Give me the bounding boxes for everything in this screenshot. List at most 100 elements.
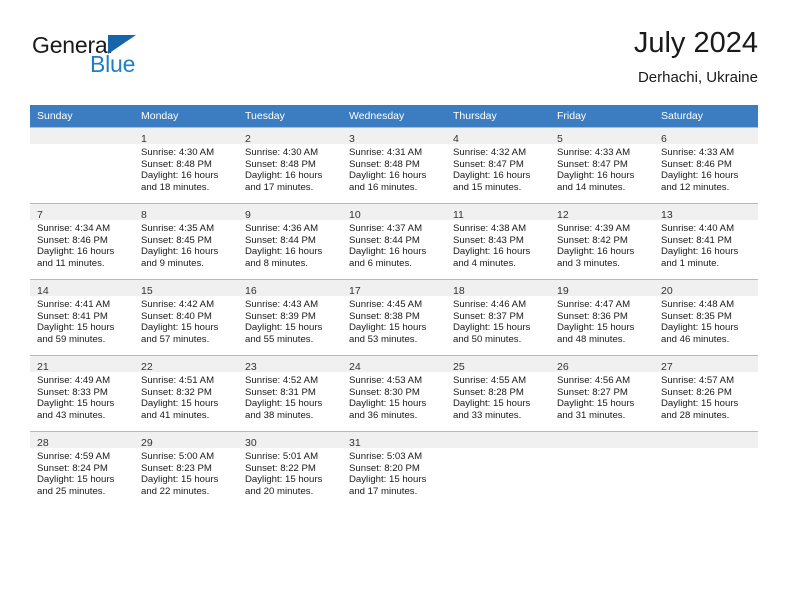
calendar-day[interactable]: 16 Sunrise: 4:43 AM Sunset: 8:39 PM Dayligh…: [238, 279, 342, 355]
day-number: 21: [37, 361, 49, 373]
calendar-day[interactable]: 4 Sunrise: 4:32 AM Sunset: 8:47 PM Daylight…: [446, 127, 550, 203]
calendar-day[interactable]: 12 Sunrise: 4:39 AM Sunset: 8:42 PM Dayligh…: [550, 203, 654, 279]
sunrise-text: Sunrise: 5:01 AM: [245, 451, 319, 462]
calendar-day[interactable]: 30 Sunrise: 5:01 AM Sunset: 8:22 PM Dayligh…: [238, 431, 342, 507]
calendar-day[interactable]: 8 Sunrise: 4:35 AM Sunset: 8:45 PM Daylight…: [134, 203, 238, 279]
sunrise-text: Sunrise: 4:45 AM: [349, 299, 423, 310]
day-number: 22: [141, 361, 153, 373]
day-number-bar: [30, 128, 134, 144]
calendar-day[interactable]: 7 Sunrise: 4:34 AM Sunset: 8:46 PM Daylight…: [30, 203, 134, 279]
daylight-text-line1: Daylight: 16 hours: [453, 170, 531, 182]
daylight-text-line1: Daylight: 15 hours: [37, 398, 115, 410]
calendar-day[interactable]: 21 Sunrise: 4:49 AM Sunset: 8:33 PM Dayligh…: [30, 355, 134, 431]
calendar-week-row: 7 Sunrise: 4:34 AM Sunset: 8:46 PM Daylight…: [30, 203, 758, 279]
daylight-text-line1: Daylight: 15 hours: [661, 322, 739, 334]
day-number-bar: 31: [342, 432, 446, 449]
day-details: [446, 448, 550, 451]
sunset-text: Sunset: 8:20 PM: [349, 462, 420, 474]
day-number-bar: 23: [238, 356, 342, 373]
daylight-text-line1: Daylight: 16 hours: [349, 170, 427, 182]
daylight-text-line1: Daylight: 15 hours: [453, 398, 531, 410]
calendar-day[interactable]: 3 Sunrise: 4:31 AM Sunset: 8:48 PM Daylight…: [342, 127, 446, 203]
calendar-cell: 13 Sunrise: 4:40 AM Sunset: 8:41 PM Dayligh…: [654, 203, 758, 279]
sunset-text: Sunset: 8:24 PM: [37, 462, 108, 474]
day-number: 28: [37, 437, 49, 449]
calendar-day[interactable]: 15 Sunrise: 4:42 AM Sunset: 8:40 PM Dayligh…: [134, 279, 238, 355]
daylight-text-line1: Daylight: 16 hours: [557, 170, 635, 182]
day-number-bar: 26: [550, 356, 654, 373]
day-number: 26: [557, 361, 569, 373]
sunset-text: Sunset: 8:40 PM: [141, 310, 212, 322]
daylight-text-line2: and 1 minute.: [661, 257, 720, 269]
calendar-day[interactable]: 19 Sunrise: 4:47 AM Sunset: 8:36 PM Dayligh…: [550, 279, 654, 355]
calendar-day[interactable]: 26 Sunrise: 4:56 AM Sunset: 8:27 PM Dayligh…: [550, 355, 654, 431]
calendar-day-empty: [550, 431, 654, 507]
sunrise-text: Sunrise: 4:30 AM: [245, 147, 319, 158]
calendar-cell: [550, 431, 654, 507]
calendar-day[interactable]: 23 Sunrise: 4:52 AM Sunset: 8:31 PM Dayligh…: [238, 355, 342, 431]
weekday-header-sunday: Sunday: [30, 105, 134, 127]
weekday-header-thursday: Thursday: [446, 105, 550, 127]
sunrise-text: Sunrise: 4:36 AM: [245, 223, 319, 234]
day-number: 29: [141, 437, 153, 449]
daylight-text-line2: and 8 minutes.: [245, 257, 308, 269]
sunrise-text: Sunrise: 4:48 AM: [661, 299, 735, 310]
day-number-bar: 12: [550, 204, 654, 221]
day-number: 6: [661, 133, 667, 145]
calendar-day[interactable]: 20 Sunrise: 4:48 AM Sunset: 8:35 PM Dayligh…: [654, 279, 758, 355]
general-blue-logo[interactable]: General Blue: [30, 32, 240, 92]
sunset-text: Sunset: 8:28 PM: [453, 386, 524, 398]
calendar-day[interactable]: 25 Sunrise: 4:55 AM Sunset: 8:28 PM Dayligh…: [446, 355, 550, 431]
calendar-day[interactable]: 10 Sunrise: 4:37 AM Sunset: 8:44 PM Dayligh…: [342, 203, 446, 279]
sunset-text: Sunset: 8:48 PM: [141, 158, 212, 170]
calendar-day[interactable]: 24 Sunrise: 4:53 AM Sunset: 8:30 PM Dayligh…: [342, 355, 446, 431]
day-number-bar: 30: [238, 432, 342, 449]
daylight-text-line1: Daylight: 15 hours: [141, 322, 219, 334]
day-number: 16: [245, 285, 257, 297]
weekday-header-tuesday: Tuesday: [238, 105, 342, 127]
calendar-day[interactable]: 1 Sunrise: 4:30 AM Sunset: 8:48 PM Daylight…: [134, 127, 238, 203]
day-details: Sunrise: 4:34 AM Sunset: 8:46 PM Daylight:…: [30, 220, 134, 269]
sunrise-text: Sunrise: 4:56 AM: [557, 375, 631, 386]
sunset-text: Sunset: 8:30 PM: [349, 386, 420, 398]
calendar-day[interactable]: 27 Sunrise: 4:57 AM Sunset: 8:26 PM Dayligh…: [654, 355, 758, 431]
calendar-day[interactable]: 29 Sunrise: 5:00 AM Sunset: 8:23 PM Dayligh…: [134, 431, 238, 507]
calendar-day[interactable]: 17 Sunrise: 4:45 AM Sunset: 8:38 PM Dayligh…: [342, 279, 446, 355]
day-number: 24: [349, 361, 361, 373]
daylight-text-line1: Daylight: 15 hours: [349, 474, 427, 486]
daylight-text-line1: Daylight: 15 hours: [661, 398, 739, 410]
daylight-text-line1: Daylight: 16 hours: [349, 246, 427, 258]
calendar-day[interactable]: 28 Sunrise: 4:59 AM Sunset: 8:24 PM Dayligh…: [30, 431, 134, 507]
calendar-day[interactable]: 22 Sunrise: 4:51 AM Sunset: 8:32 PM Dayligh…: [134, 355, 238, 431]
sunset-text: Sunset: 8:45 PM: [141, 234, 212, 246]
daylight-text-line1: Daylight: 16 hours: [141, 246, 219, 258]
calendar-day[interactable]: 11 Sunrise: 4:38 AM Sunset: 8:43 PM Dayligh…: [446, 203, 550, 279]
calendar-day[interactable]: 5 Sunrise: 4:33 AM Sunset: 8:47 PM Daylight…: [550, 127, 654, 203]
calendar-day[interactable]: 9 Sunrise: 4:36 AM Sunset: 8:44 PM Daylight…: [238, 203, 342, 279]
calendar-day[interactable]: 6 Sunrise: 4:33 AM Sunset: 8:46 PM Daylight…: [654, 127, 758, 203]
calendar-day[interactable]: 13 Sunrise: 4:40 AM Sunset: 8:41 PM Dayligh…: [654, 203, 758, 279]
sunset-text: Sunset: 8:46 PM: [37, 234, 108, 246]
sunrise-text: Sunrise: 4:55 AM: [453, 375, 527, 386]
calendar-day[interactable]: 18 Sunrise: 4:46 AM Sunset: 8:37 PM Dayligh…: [446, 279, 550, 355]
day-details: Sunrise: 4:36 AM Sunset: 8:44 PM Daylight:…: [238, 220, 342, 269]
sunset-text: Sunset: 8:48 PM: [349, 158, 420, 170]
day-number-bar: 7: [30, 204, 134, 221]
day-number: 3: [349, 133, 355, 145]
calendar-day[interactable]: 2 Sunrise: 4:30 AM Sunset: 8:48 PM Daylight…: [238, 127, 342, 203]
day-number-bar: [446, 432, 550, 448]
calendar-day[interactable]: 14 Sunrise: 4:41 AM Sunset: 8:41 PM Dayligh…: [30, 279, 134, 355]
sunrise-text: Sunrise: 4:49 AM: [37, 375, 111, 386]
calendar-day[interactable]: 31 Sunrise: 5:03 AM Sunset: 8:20 PM Dayligh…: [342, 431, 446, 507]
sunset-text: Sunset: 8:31 PM: [245, 386, 316, 398]
day-details: Sunrise: 4:35 AM Sunset: 8:45 PM Daylight:…: [134, 220, 238, 269]
day-number: 9: [245, 209, 251, 221]
day-details: Sunrise: 5:01 AM Sunset: 8:22 PM Daylight:…: [238, 448, 342, 497]
sunrise-text: Sunrise: 4:31 AM: [349, 147, 423, 158]
day-details: Sunrise: 4:43 AM Sunset: 8:39 PM Daylight:…: [238, 296, 342, 345]
calendar-page: General Blue July 2024 Derhachi, Ukraine…: [0, 0, 792, 612]
daylight-text-line2: and 6 minutes.: [349, 257, 412, 269]
sunset-text: Sunset: 8:47 PM: [453, 158, 524, 170]
calendar-cell: 24 Sunrise: 4:53 AM Sunset: 8:30 PM Dayligh…: [342, 355, 446, 431]
sunset-text: Sunset: 8:35 PM: [661, 310, 732, 322]
